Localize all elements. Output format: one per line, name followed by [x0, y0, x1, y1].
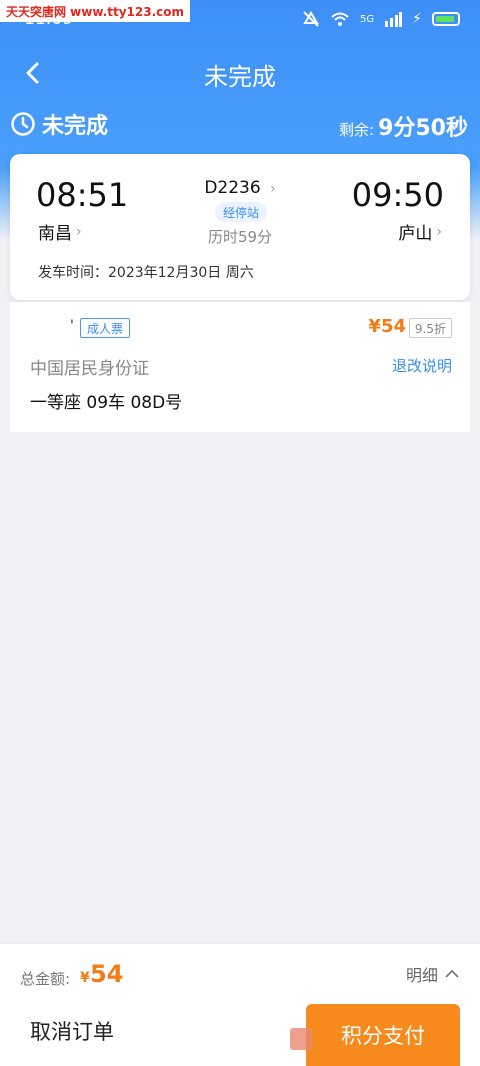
arrival-station[interactable]: 庐山 ›: [398, 219, 442, 245]
total-amount: 54: [90, 960, 124, 988]
chevron-right-icon: ›: [270, 181, 276, 197]
train-info-card: 08:51 南昌 › D2236 › 经停站 历时59分 09:50 庐山 › …: [10, 154, 470, 300]
navigation-bar: 未完成: [0, 50, 480, 98]
remaining-value: 9分50秒: [378, 116, 468, 141]
train-number-text: D2236: [204, 178, 261, 198]
payment-bar: 总金额: ¥ 54 明细 取消订单 积分支付: [0, 944, 480, 1066]
cancel-order-button[interactable]: 取消订单: [30, 1016, 114, 1046]
ticket-price: ¥54: [368, 316, 406, 337]
arrival-station-name: 庐山: [398, 224, 433, 244]
refund-policy-link[interactable]: 退改说明: [392, 355, 452, 376]
watermark: 天天突唐网 www.tty123.com: [0, 0, 190, 22]
discount-badge: 9.5折: [408, 318, 452, 338]
chevron-up-icon: [445, 969, 459, 978]
passenger-name: ': [70, 318, 74, 334]
detail-toggle[interactable]: 明细: [406, 962, 460, 986]
detail-label: 明细: [405, 966, 438, 985]
back-icon[interactable]: [20, 60, 46, 86]
battery-icon: [432, 12, 460, 26]
mute-icon: [303, 11, 319, 27]
page-title: 未完成: [204, 62, 276, 91]
seat-info: 一等座 09车 08D号: [30, 393, 183, 413]
arrival-time: 09:50: [351, 176, 444, 214]
chevron-right-icon: ›: [436, 223, 442, 240]
status-icons: 5G ⚡: [302, 10, 460, 28]
signal-icon: [385, 12, 403, 27]
order-status-text: 未完成: [42, 114, 109, 139]
wifi-icon: [331, 12, 349, 26]
remaining-label: 剩余:: [339, 121, 375, 139]
passenger-card: ' 成人票 ¥54 9.5折 中国居民身份证 退改说明 一等座 09车 08D号: [10, 302, 470, 432]
charging-icon: ⚡: [412, 11, 422, 27]
order-status: 未完成: [10, 108, 108, 140]
logo-watermark: [290, 1028, 312, 1050]
network-type: 5G: [360, 13, 375, 25]
ticket-type-badge: 成人票: [80, 318, 131, 338]
id-type: 中国居民身份证: [30, 359, 149, 379]
points-pay-button[interactable]: 积分支付: [306, 1004, 460, 1066]
total-label: 总金额:: [20, 970, 71, 988]
remaining-time: 剩余: 9分50秒: [339, 110, 468, 142]
departure-date: 发车时间：2023年12月30日 周六: [38, 265, 254, 281]
clock-icon: [11, 112, 35, 136]
logo-icon: [290, 1028, 312, 1050]
stops-button[interactable]: 经停站: [215, 202, 267, 222]
total-currency: ¥: [80, 970, 90, 986]
